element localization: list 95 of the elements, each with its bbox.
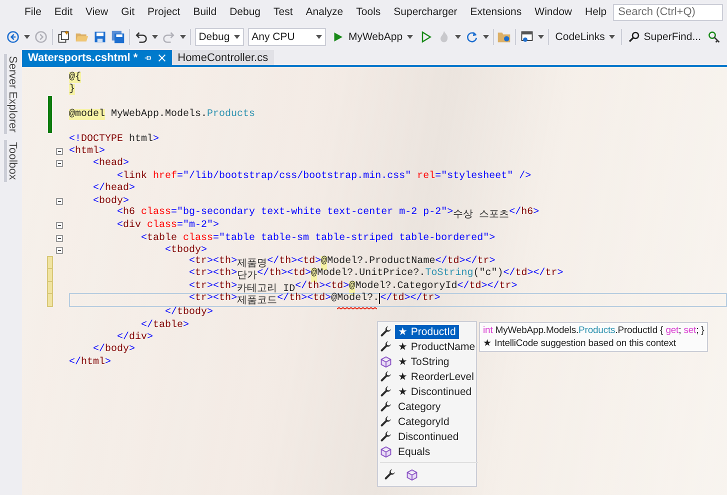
save-all-icon[interactable]	[110, 30, 125, 44]
signature-text: int MyWebApp.Models.Products.ProductId { get; set; }	[483, 325, 704, 336]
code-line: </body>	[92, 344, 136, 356]
play-icon	[332, 31, 344, 43]
configuration-dropdown[interactable]: Debug	[194, 28, 244, 46]
pin-icon[interactable]	[144, 54, 152, 62]
save-icon[interactable]	[92, 30, 107, 44]
cube-icon	[406, 469, 418, 481]
code-line: <body>	[92, 196, 130, 207]
collapse-toggle[interactable]	[56, 247, 63, 254]
code-line: </html>	[69, 356, 112, 368]
menu-item[interactable]: Tools	[350, 6, 388, 18]
wrench-icon	[380, 370, 392, 382]
cube-icon	[380, 446, 392, 458]
wrench-icon	[380, 400, 392, 412]
close-icon[interactable]	[158, 54, 166, 62]
code-line: <div class="m-2">	[116, 220, 220, 232]
completion-item[interactable]: Discontinued	[395, 430, 462, 444]
back-icon[interactable]	[6, 30, 20, 44]
completion-item[interactable]: Category	[395, 400, 444, 414]
collapse-toggle[interactable]	[56, 222, 63, 230]
menu-item[interactable]: Window	[528, 6, 579, 18]
document-tab[interactable]: HomeController.cs	[172, 50, 274, 65]
folder-icon[interactable]	[497, 30, 512, 44]
wrench-icon	[384, 469, 396, 481]
completion-item[interactable]: ★ ToString	[395, 354, 452, 368]
platform-dropdown[interactable]: Any CPU	[248, 28, 326, 46]
caret-icon[interactable]	[234, 35, 240, 39]
side-panel-tab[interactable]: Toolbox	[4, 140, 18, 182]
wrench-icon	[380, 326, 392, 338]
cube-icon	[380, 356, 392, 368]
menu-item[interactable]: Project	[141, 6, 187, 18]
code-line: </div>	[116, 332, 154, 343]
key-icon[interactable]	[707, 30, 721, 44]
caret-icon[interactable]	[454, 35, 461, 39]
run-button[interactable]: MyWebApp	[330, 31, 415, 43]
menu-item[interactable]: Build	[186, 6, 224, 18]
completion-item[interactable]: ★ ReorderLevel	[395, 370, 477, 384]
completion-item[interactable]: Equals	[395, 444, 434, 458]
menu-item[interactable]: File	[18, 6, 48, 18]
menu-item[interactable]: Git	[114, 6, 142, 18]
code-line: @model MyWebApp.Models.Products	[69, 108, 256, 120]
menu-item[interactable]: Test	[267, 6, 300, 18]
completion-item[interactable]: ★ ProductName	[395, 340, 478, 354]
code-line: <table class="table table-sm table-striped table-bordered">	[140, 232, 496, 244]
search-field[interactable]: Search (Ctrl+Q)	[613, 4, 724, 20]
side-panel-tab[interactable]: Server Explorer	[4, 54, 18, 134]
completion-item[interactable]: ★ ProductId	[395, 324, 459, 338]
tooltip-note: ★ IntelliCode suggestion based on this context	[483, 337, 677, 349]
collapse-toggle[interactable]	[56, 234, 63, 242]
wrench-icon	[380, 430, 392, 442]
caret-icon[interactable]	[316, 35, 322, 39]
undo-icon[interactable]	[134, 30, 148, 44]
caret-icon[interactable]	[406, 35, 413, 39]
code-line: <h6 class="bg-secondary text-white text-center m-2 p-2">수상 스포츠</h6>	[116, 206, 540, 220]
filter-toggle[interactable]	[406, 469, 418, 481]
menu-item[interactable]: Supercharger	[387, 6, 464, 18]
code-line: <tr><th>제품코드</th><td>@Model?.</td></tr>	[69, 293, 440, 308]
menu-item[interactable]: Analyze	[299, 6, 350, 18]
completion-item[interactable]: ★ Discontinued	[395, 384, 475, 398]
caret-icon[interactable]	[482, 35, 489, 39]
collapse-toggle[interactable]	[56, 198, 63, 205]
code-line: <head>	[92, 158, 130, 170]
menu-item[interactable]: Extensions	[464, 6, 528, 18]
menu-item[interactable]: Help	[578, 6, 614, 18]
menu-item[interactable]: View	[79, 6, 115, 18]
menu-item[interactable]: Debug	[223, 6, 268, 18]
codelinks-button[interactable]: CodeLinks	[553, 31, 617, 43]
wrench-icon	[380, 340, 392, 352]
caret-icon[interactable]	[152, 35, 158, 39]
code-editor[interactable]	[22, 67, 727, 495]
caret-icon[interactable]	[608, 35, 615, 39]
collapse-toggle[interactable]	[56, 148, 63, 156]
search-icon	[628, 31, 640, 43]
caret-icon[interactable]	[24, 35, 30, 39]
code-line: <tbody>	[164, 245, 208, 256]
refresh-icon[interactable]	[464, 30, 479, 44]
filter-toggle[interactable]	[384, 469, 396, 481]
wrench-icon	[380, 386, 392, 398]
code-line: <html>	[69, 146, 106, 158]
window-icon[interactable]	[520, 30, 534, 44]
collapse-toggle[interactable]	[56, 160, 63, 168]
wrench-icon	[380, 416, 392, 428]
code-line: </table>	[140, 320, 190, 330]
code-line: </tbody>	[164, 307, 214, 318]
code-line: <!DOCTYPE html>	[69, 134, 160, 145]
code-line: </head>	[92, 183, 136, 194]
completion-item[interactable]: CategoryId	[395, 414, 452, 428]
caret-icon[interactable]	[180, 35, 186, 39]
new-item-icon[interactable]	[56, 30, 71, 44]
document-tab[interactable]: Watersports.cshtml *	[22, 50, 172, 65]
code-line: <link href="/lib/bootstrap/css/bootstrap.min.css" rel="stylesheet" />	[116, 170, 532, 182]
menu-item[interactable]: Edit	[48, 6, 80, 18]
superfind-button[interactable]: SuperFind...	[626, 31, 703, 43]
caret-icon[interactable]	[538, 35, 544, 39]
